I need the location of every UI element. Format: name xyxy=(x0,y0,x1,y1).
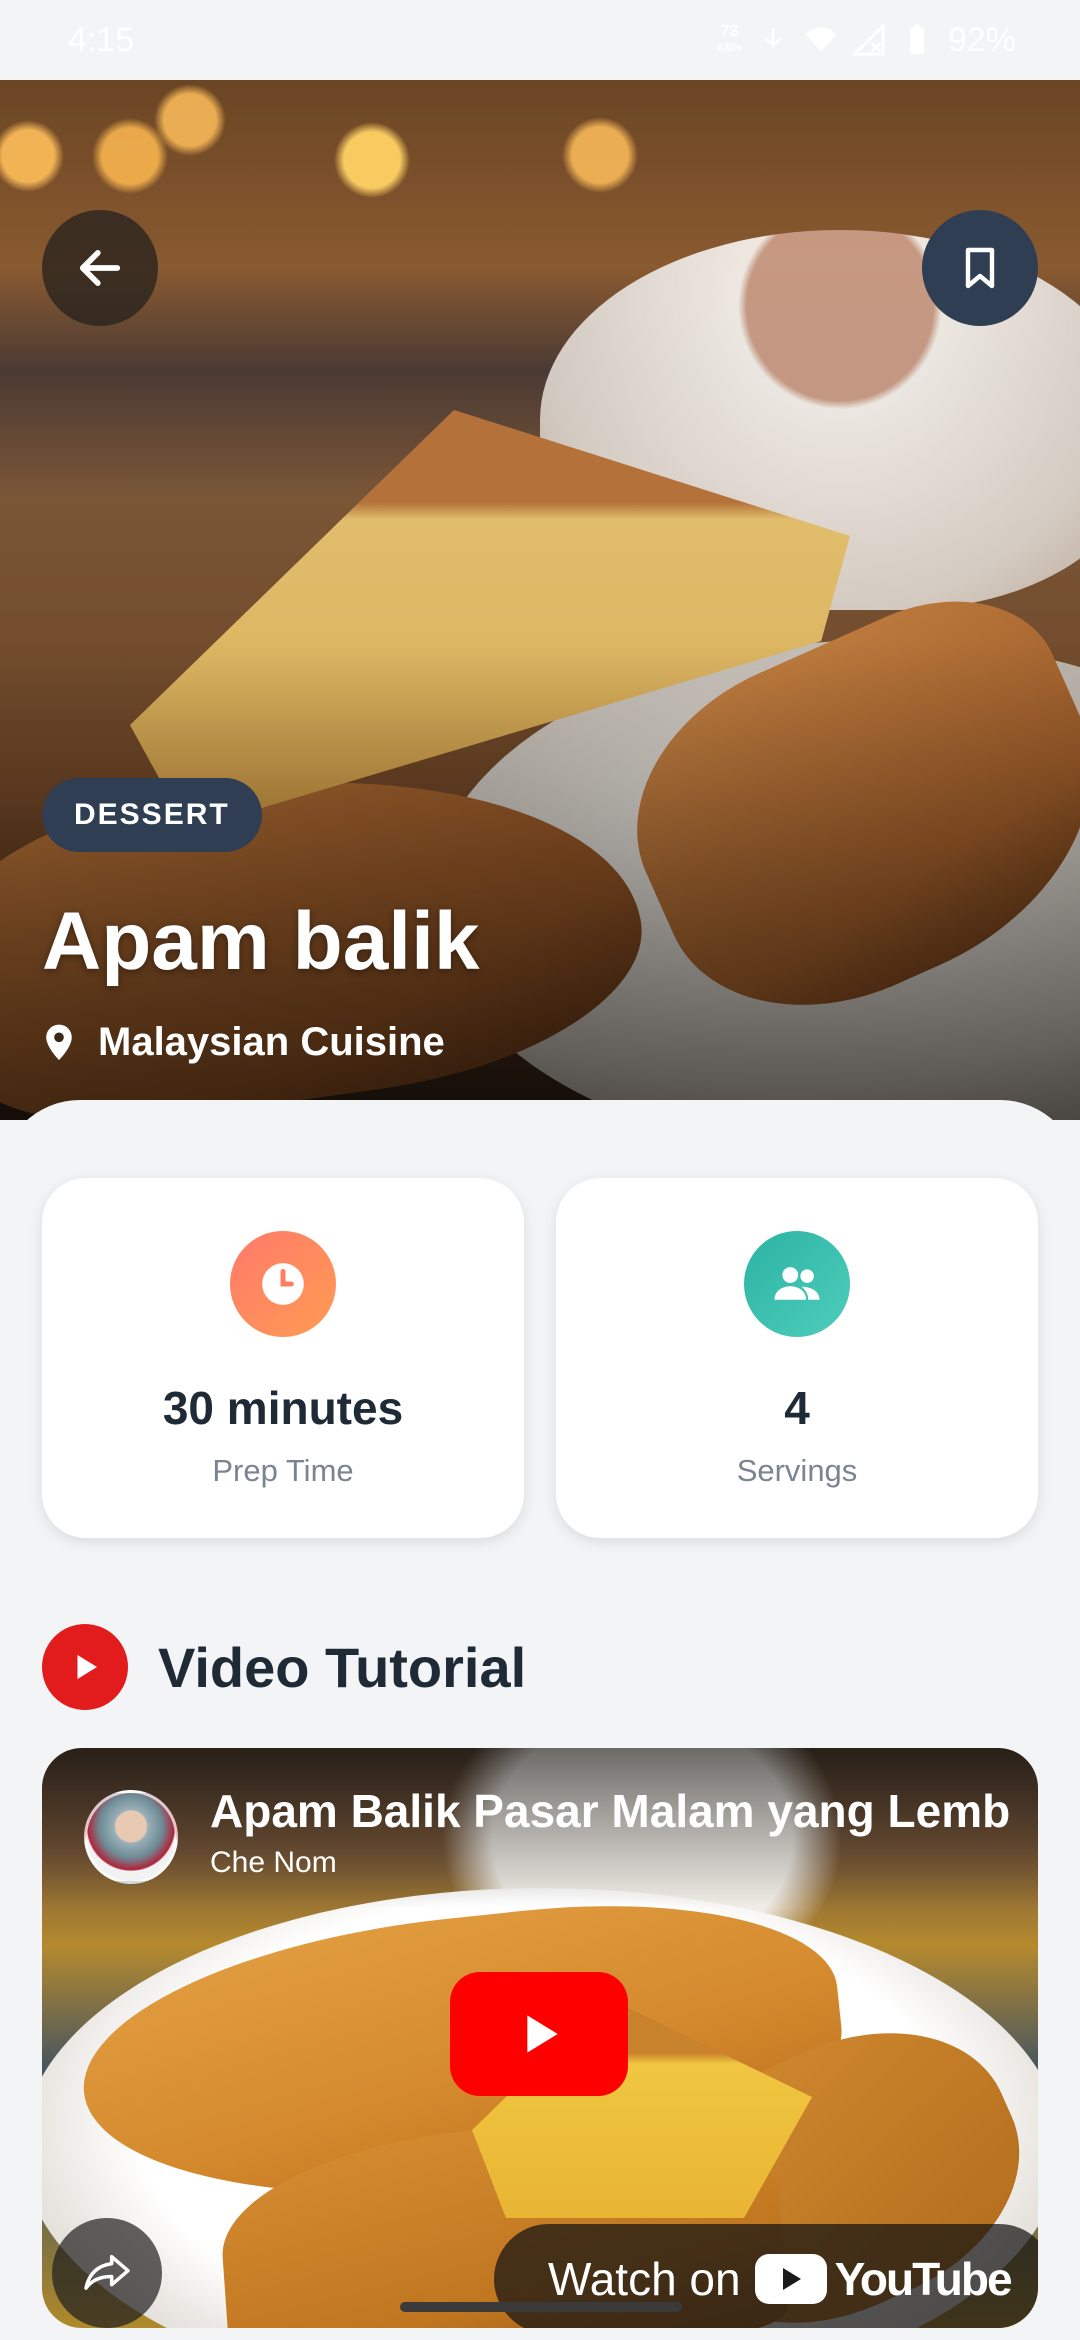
video-section-title: Video Tutorial xyxy=(158,1635,527,1699)
back-button[interactable] xyxy=(42,210,158,326)
play-triangle-icon xyxy=(77,1655,97,1679)
prep-time-label: Prep Time xyxy=(212,1453,354,1488)
servings-icon-badge xyxy=(744,1231,850,1337)
bookmark-button[interactable] xyxy=(922,210,1038,326)
cuisine-row: Malaysian Cuisine xyxy=(42,1020,445,1065)
prep-time-card: 30 minutes Prep Time xyxy=(42,1178,524,1538)
servings-label: Servings xyxy=(736,1453,858,1488)
servings-value: 4 xyxy=(784,1382,810,1434)
people-icon xyxy=(774,1267,820,1300)
play-icon xyxy=(527,2015,558,2053)
video-play-button[interactable] xyxy=(450,1972,628,2096)
watch-on-label: Watch on xyxy=(548,2253,741,2305)
recipe-title: Apam balik xyxy=(42,896,480,987)
share-button[interactable] xyxy=(52,2218,162,2328)
battery-icon xyxy=(909,24,925,55)
battery-percent: 92% xyxy=(947,20,1016,59)
wifi-icon xyxy=(805,27,837,52)
youtube-logo-icon xyxy=(754,2254,827,2304)
signal-icon xyxy=(851,23,885,56)
status-icons: 73 KB/s 92% xyxy=(717,21,1016,60)
prep-time-icon-badge xyxy=(230,1231,336,1337)
youtube-play-icon xyxy=(42,1624,128,1710)
status-bar: 4:15 73 KB/s 92% xyxy=(0,0,1080,80)
location-pin-icon xyxy=(46,1024,72,1060)
video-channel-name[interactable]: Che Nom xyxy=(210,1846,337,1880)
youtube-video-embed[interactable]: Apam Balik Pasar Malam yang Lembut Che N… xyxy=(42,1748,1038,2328)
share-icon xyxy=(84,2254,130,2290)
video-section-header: Video Tutorial xyxy=(42,1624,526,1710)
category-badge: DESSERT xyxy=(42,778,262,852)
channel-avatar[interactable] xyxy=(84,1790,178,1884)
bookmark-icon xyxy=(965,247,995,289)
watch-on-youtube-button[interactable]: Watch on YouTube xyxy=(494,2224,1038,2328)
clock-icon xyxy=(262,1263,304,1305)
net-speed-unit: KB/s xyxy=(716,42,742,54)
recipe-details-sheet: 30 minutes Prep Time 4 Servings Video Tu… xyxy=(0,1100,1080,2340)
youtube-logo: YouTube xyxy=(754,2252,1013,2306)
youtube-wordmark: YouTube xyxy=(834,2253,1013,2305)
home-indicator[interactable] xyxy=(400,2302,682,2312)
arrow-left-icon xyxy=(79,250,121,286)
download-icon xyxy=(764,28,782,48)
net-speed-value: 73 xyxy=(720,23,739,40)
prep-time-value: 30 minutes xyxy=(162,1382,404,1434)
net-speed: 73 KB/s xyxy=(717,24,742,56)
servings-card: 4 Servings xyxy=(556,1178,1038,1538)
cuisine-label: Malaysian Cuisine xyxy=(98,1020,445,1064)
video-title[interactable]: Apam Balik Pasar Malam yang Lembut xyxy=(210,1784,1010,1838)
status-time: 4:15 xyxy=(68,20,135,59)
